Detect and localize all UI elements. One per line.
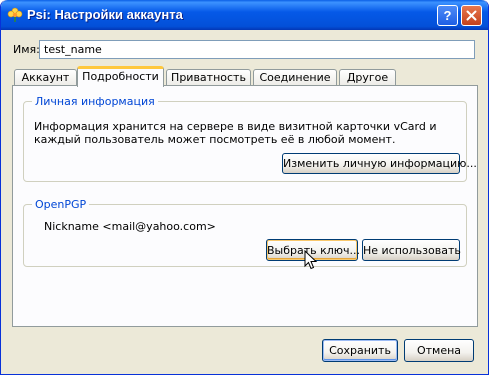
- psi-flower-icon: [7, 7, 23, 23]
- close-icon: [466, 10, 477, 21]
- save-button[interactable]: Сохранить: [322, 339, 398, 362]
- account-settings-window: Psi: Настройки аккаунта ? Имя: Аккаунт П…: [0, 0, 489, 375]
- tab-account[interactable]: Аккаунт: [14, 69, 77, 86]
- pgp-key-label: Nickname <mail@yahoo.com>: [44, 220, 216, 233]
- tab-privacy[interactable]: Приватность: [166, 69, 251, 86]
- openpgp-group: OpenPGP Nickname <mail@yahoo.com> Выбрат…: [23, 198, 467, 267]
- name-input[interactable]: [39, 40, 475, 59]
- help-button[interactable]: ?: [437, 5, 458, 26]
- personal-info-text: Информация хранится на сервере в виде ви…: [34, 120, 437, 146]
- help-icon: ?: [443, 8, 452, 23]
- openpgp-legend: OpenPGP: [32, 198, 90, 211]
- tab-connection[interactable]: Соединение: [253, 69, 337, 86]
- tab-details[interactable]: Подробности: [77, 66, 164, 87]
- close-button[interactable]: [461, 5, 482, 26]
- name-label: Имя:: [13, 43, 40, 56]
- personal-info-group: Личная информация Информация хранится на…: [23, 95, 477, 182]
- no-use-key-button[interactable]: Не использовать: [362, 239, 461, 261]
- tab-other[interactable]: Другое: [339, 69, 396, 86]
- personal-info-legend: Личная информация: [32, 95, 158, 108]
- cancel-button[interactable]: Отмена: [404, 339, 474, 362]
- title-bar[interactable]: Psi: Настройки аккаунта ?: [1, 0, 488, 30]
- details-panel: Личная информация Информация хранится на…: [12, 85, 478, 327]
- mouse-pointer-icon: [304, 250, 318, 270]
- edit-personal-info-button[interactable]: Изменить личную информацию...: [282, 153, 477, 174]
- window-title: Psi: Настройки аккаунта: [27, 7, 183, 22]
